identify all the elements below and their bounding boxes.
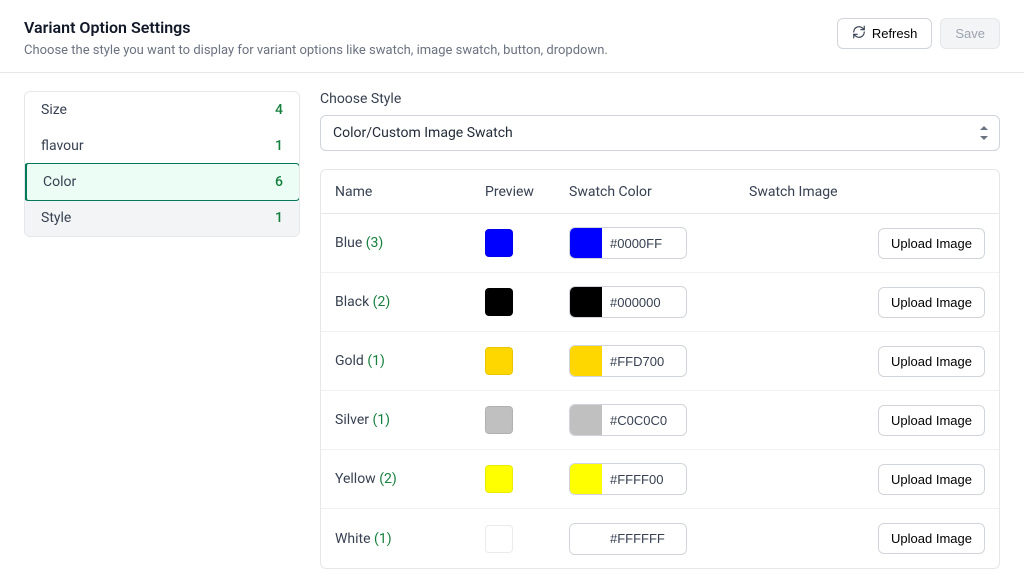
row-count: (2) [373,294,391,310]
table-row: Yellow (2) Upload Image [321,450,999,509]
sidebar-item-label: Size [41,102,67,118]
page-title: Variant Option Settings [24,18,608,37]
preview-swatch [485,288,513,316]
upload-image-button[interactable]: Upload Image [878,287,985,318]
sidebar-item-count: 1 [275,210,283,226]
sidebar-item-label: flavour [41,138,84,154]
sidebar-item-size[interactable]: Size 4 [25,92,299,128]
style-select[interactable]: Color/Custom Image Swatch [320,115,1000,151]
row-count: (1) [374,531,392,547]
refresh-label: Refresh [872,26,918,41]
sidebar-item-count: 1 [275,138,283,154]
upload-image-button[interactable]: Upload Image [878,523,985,554]
option-sidebar: Size 4 flavour 1 Color 6 Style 1 [24,91,300,237]
color-icon [570,287,602,317]
col-preview: Preview [485,184,569,200]
row-name: Black [335,294,369,310]
hex-input[interactable] [602,295,686,310]
sidebar-item-flavour[interactable]: flavour 1 [25,128,299,164]
table-row: Gold (1) Upload Image [321,332,999,391]
preview-swatch [485,465,513,493]
upload-image-button[interactable]: Upload Image [878,346,985,377]
hex-input[interactable] [602,472,686,487]
col-name: Name [335,184,485,200]
sidebar-item-style[interactable]: Style 1 [25,200,299,236]
swatch-color-input[interactable] [569,286,687,318]
col-swatch-color: Swatch Color [569,184,749,200]
row-count: (3) [366,235,384,251]
refresh-icon [852,25,866,42]
table-row: Silver (1) Upload Image [321,391,999,450]
preview-swatch [485,347,513,375]
row-count: (1) [367,353,385,369]
save-label: Save [955,26,985,41]
row-count: (1) [372,412,390,428]
page-subtitle: Choose the style you want to display for… [24,43,608,58]
upload-image-button[interactable]: Upload Image [878,405,985,436]
sidebar-item-count: 6 [275,174,283,190]
chevron-updown-icon [979,126,989,140]
sidebar-item-label: Style [41,210,71,226]
row-name: Gold [335,353,364,369]
color-icon [570,405,602,435]
swatch-color-input[interactable] [569,345,687,377]
table-row: Black (2) Upload Image [321,273,999,332]
color-icon [570,464,602,494]
refresh-button[interactable]: Refresh [837,18,933,49]
upload-image-button[interactable]: Upload Image [878,228,985,259]
upload-image-button[interactable]: Upload Image [878,464,985,495]
color-icon [570,346,602,376]
swatch-color-input[interactable] [569,463,687,495]
sidebar-item-color[interactable]: Color 6 [24,163,300,201]
sidebar-item-label: Color [43,174,76,190]
swatch-table: Name Preview Swatch Color Swatch Image B… [320,169,1000,569]
row-name: Yellow [335,471,376,487]
col-swatch-image: Swatch Image [749,184,985,200]
hex-input[interactable] [602,354,686,369]
color-icon [570,228,602,258]
table-row: White (1) Upload Image [321,509,999,568]
preview-swatch [485,229,513,257]
swatch-color-input[interactable] [569,523,687,555]
preview-swatch [485,406,513,434]
table-row: Blue (3) Upload Image [321,214,999,273]
swatch-color-input[interactable] [569,404,687,436]
swatch-color-input[interactable] [569,227,687,259]
preview-swatch [485,525,513,553]
choose-style-label: Choose Style [320,91,1000,107]
hex-input[interactable] [602,413,686,428]
hex-input[interactable] [602,236,686,251]
sidebar-item-count: 4 [275,102,283,118]
row-name: Blue [335,235,362,251]
hex-input[interactable] [602,531,686,546]
save-button[interactable]: Save [940,18,1000,49]
row-count: (2) [379,471,397,487]
style-select-value: Color/Custom Image Swatch [333,125,513,141]
color-icon [570,524,602,554]
row-name: White [335,531,371,547]
row-name: Silver [335,412,369,428]
